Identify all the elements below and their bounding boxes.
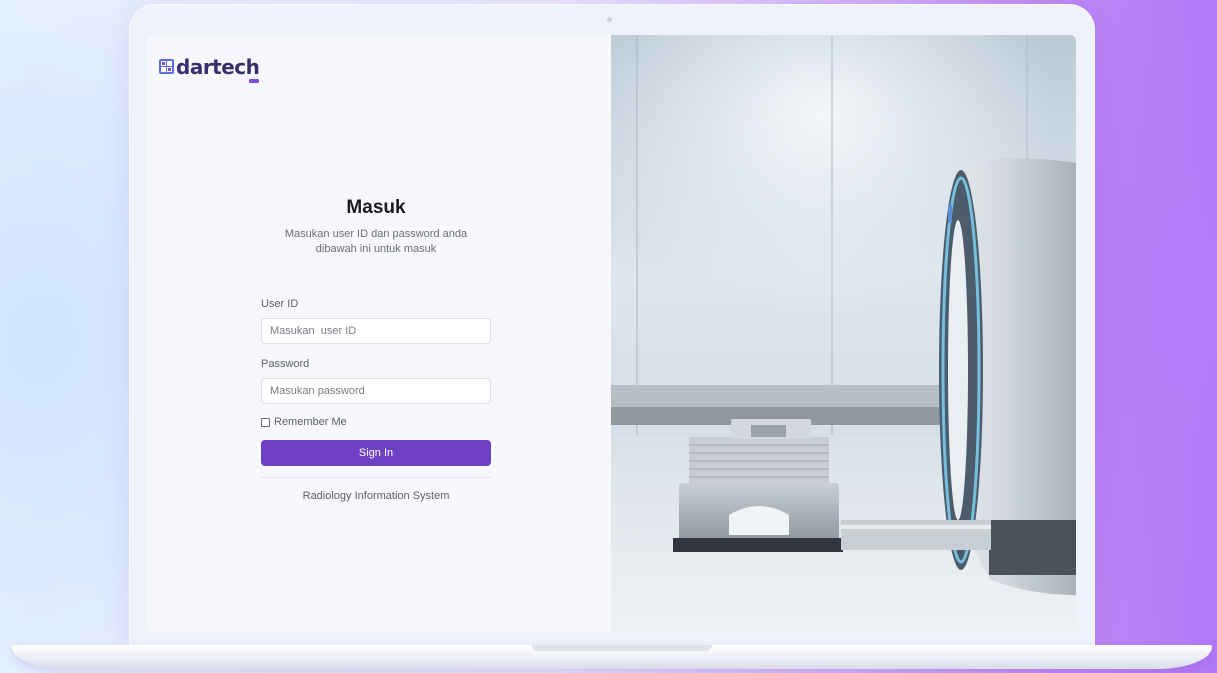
login-panel: dartech Masuk Masukan user ID dan passwo… [147, 35, 611, 632]
app-screen: dartech Masuk Masukan user ID dan passwo… [147, 35, 1076, 632]
laptop-frame: dartech Masuk Masukan user ID dan passwo… [129, 4, 1095, 647]
brand-name: dartech [176, 55, 260, 79]
dartech-logo-icon [159, 59, 174, 74]
brand-logo: dartech [159, 55, 260, 83]
page-title: Masuk [346, 197, 406, 218]
system-name: Radiology Information System [302, 490, 450, 502]
brand-badge [249, 79, 260, 83]
laptop-base-notch [532, 645, 712, 651]
remember-me-toggle[interactable]: Remember Me [261, 416, 491, 428]
sign-in-button[interactable]: Sign In [261, 440, 491, 466]
password-input[interactable] [261, 378, 491, 404]
password-label: Password [261, 358, 310, 370]
hero-image [611, 35, 1076, 632]
camera-dot [607, 17, 612, 22]
remember-me-checkbox[interactable] [261, 417, 270, 427]
laptop-base [12, 645, 1212, 669]
remember-me-label: Remember Me [274, 416, 347, 428]
user-id-label: User ID [261, 298, 299, 310]
login-form: Masuk Masukan user ID dan password anda … [261, 197, 491, 502]
user-id-input[interactable] [261, 318, 491, 344]
ct-scanner-illustration [611, 35, 1076, 632]
page-subtitle: Masukan user ID dan password anda dibawa… [284, 228, 468, 255]
form-divider [261, 477, 491, 478]
